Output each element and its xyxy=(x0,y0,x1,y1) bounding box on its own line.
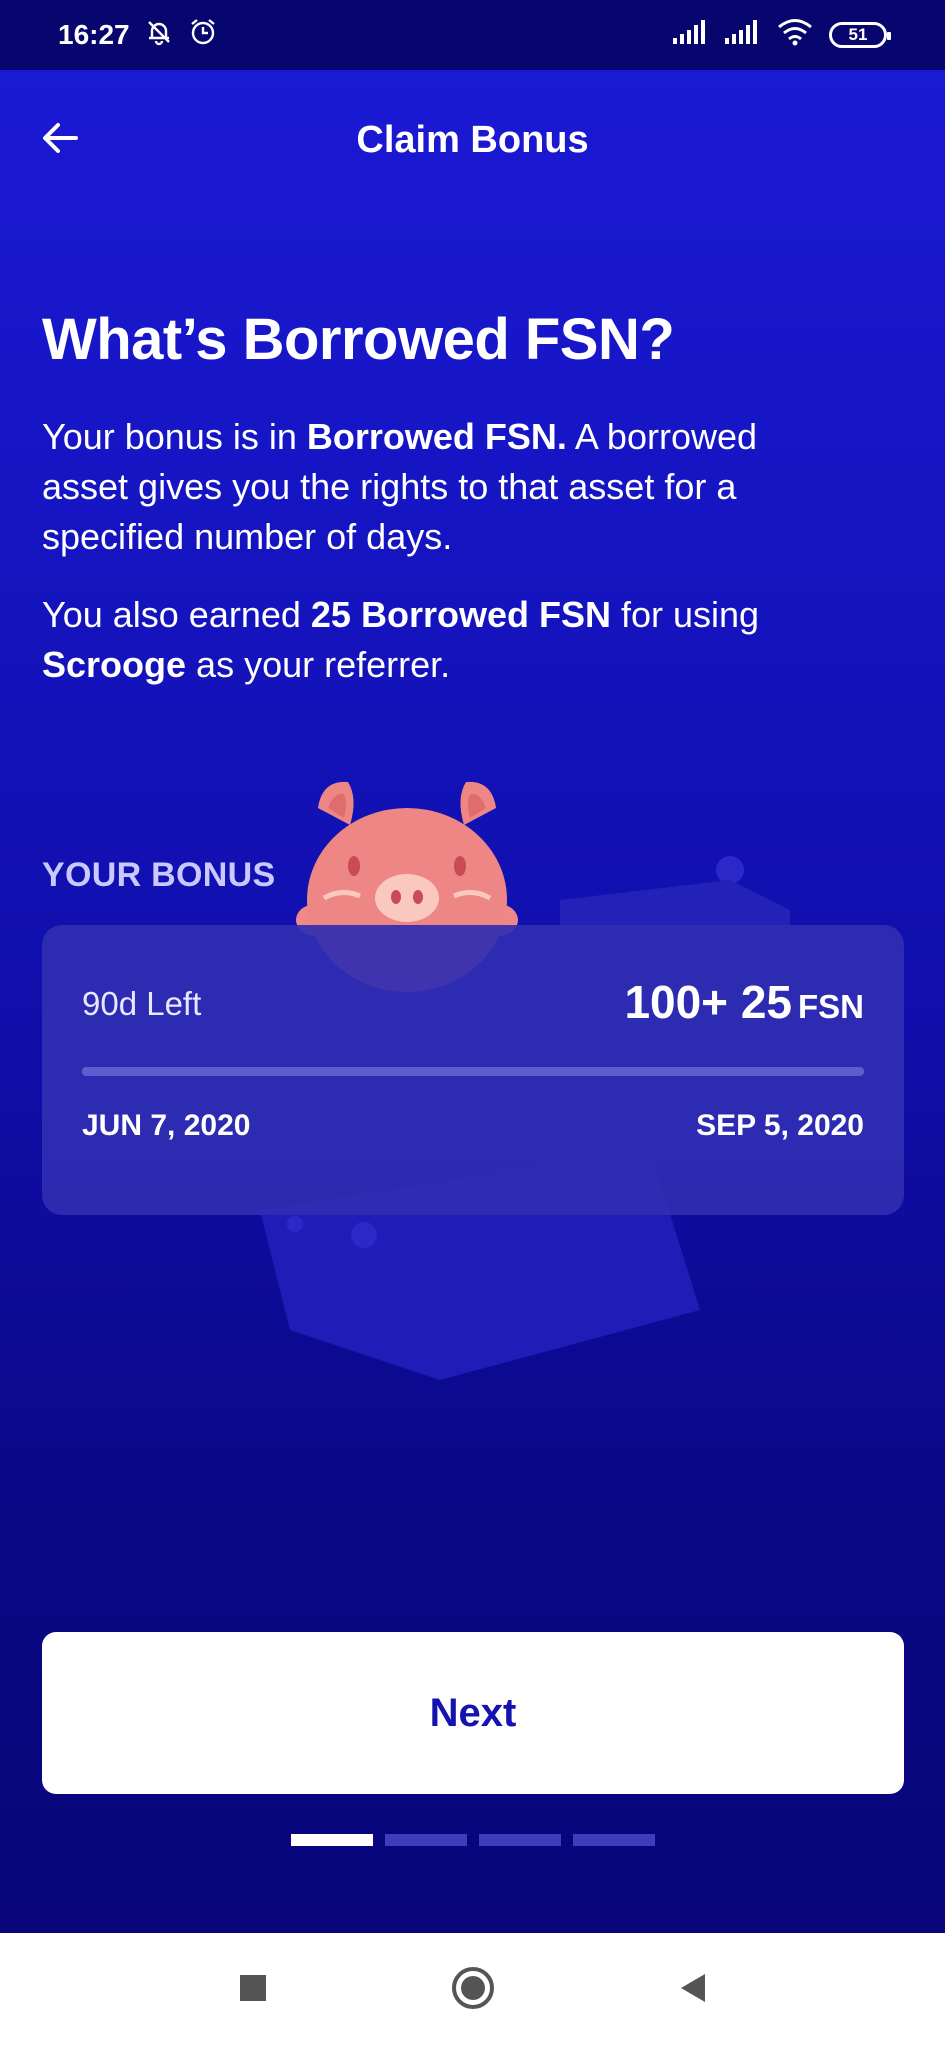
android-nav-bar xyxy=(0,1933,945,2048)
back-nav-icon xyxy=(677,1972,709,2009)
description-bold: Borrowed FSN. xyxy=(306,416,567,457)
page-dot xyxy=(479,1834,561,1846)
header: Claim Bonus xyxy=(0,100,945,180)
alarm-icon xyxy=(188,17,218,54)
description-text: Your bonus is in xyxy=(42,416,307,457)
status-time: 16:27 xyxy=(58,19,130,50)
back-nav-button[interactable] xyxy=(668,1966,718,2016)
referral-text: as your referrer. xyxy=(186,644,451,685)
back-button[interactable] xyxy=(32,112,88,168)
description-paragraph: Your bonus is in Borrowed FSN. A borrowe… xyxy=(42,412,842,562)
days-left: 90d Left xyxy=(82,985,202,1022)
referral-text: You also earned xyxy=(42,594,311,635)
page-dot xyxy=(385,1834,467,1846)
battery-icon: 51 xyxy=(829,22,891,48)
next-button[interactable]: Next xyxy=(42,1632,904,1794)
screen: 16:27 51 Claim Bonus What’s Borrowed FSN… xyxy=(0,0,945,1933)
headline: What’s Borrowed FSN? xyxy=(42,307,675,372)
signal-icon xyxy=(673,19,709,51)
bonus-card: 90d Left 100+ 25 FSN JUN 7, 2020 SEP 5, 2… xyxy=(42,925,904,1215)
referral-text: for using xyxy=(610,594,760,635)
referral-bold-name: Scrooge xyxy=(42,644,187,685)
square-nav-icon xyxy=(239,1974,267,2007)
home-button[interactable] xyxy=(448,1966,498,2016)
bonus-amount: 100+ 25 FSN xyxy=(624,975,864,1029)
bonus-progress-bar xyxy=(82,1067,864,1076)
status-bar: 16:27 51 xyxy=(0,0,945,70)
bonus-amount-value: 100+ 25 xyxy=(624,976,792,1028)
referral-paragraph: You also earned 25 Borrowed FSN for usin… xyxy=(42,590,842,690)
mute-icon xyxy=(144,17,174,54)
signal-icon xyxy=(725,19,761,51)
bonus-section-label: YOUR BONUS xyxy=(42,856,276,894)
start-date: JUN 7, 2020 xyxy=(82,1109,251,1142)
back-arrow-icon xyxy=(40,118,80,163)
referral-bold-amount: 25 Borrowed FSN xyxy=(310,594,611,635)
page-dot xyxy=(291,1834,373,1846)
bonus-amount-unit: FSN xyxy=(798,988,864,1025)
wifi-icon xyxy=(777,18,813,53)
end-date: SEP 5, 2020 xyxy=(696,1109,864,1142)
page-title: Claim Bonus xyxy=(356,118,589,161)
page-dot xyxy=(573,1834,655,1846)
page-indicator xyxy=(291,1834,655,1846)
home-nav-icon xyxy=(451,1966,495,2015)
recents-button[interactable] xyxy=(228,1966,278,2016)
